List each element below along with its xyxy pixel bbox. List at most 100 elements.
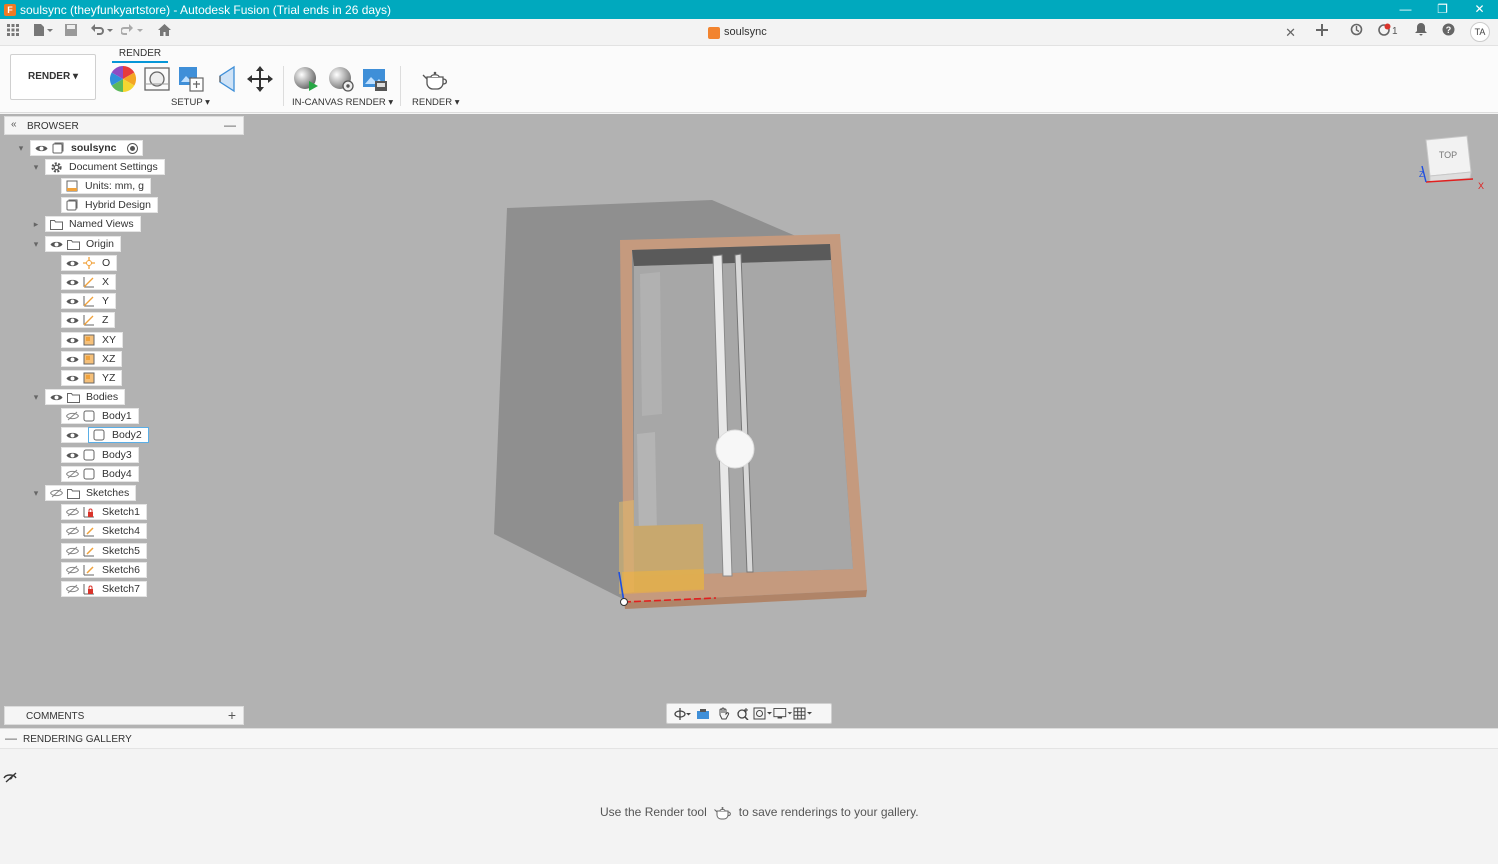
browser-axis-z[interactable]: Z (61, 312, 116, 328)
visibility-eye-icon[interactable] (65, 351, 79, 367)
user-avatar[interactable]: TA (1470, 22, 1490, 42)
new-tab-plus-icon[interactable] (1313, 23, 1331, 41)
display-settings-icon[interactable] (773, 705, 793, 723)
apps-grid-icon[interactable] (6, 24, 20, 40)
browser-root-node[interactable]: ▾ soulsync (16, 140, 143, 156)
browser-sketch4[interactable]: Sketch4 (61, 523, 147, 539)
hidden-eye-icon[interactable] (65, 562, 79, 578)
collapse-gallery-icon[interactable]: — (5, 731, 17, 745)
browser-sketch1[interactable]: Sketch1 (61, 504, 147, 520)
comments-panel-header[interactable]: COMMENTS + (4, 706, 244, 725)
tab-render[interactable]: RENDER (112, 48, 168, 59)
browser-body2[interactable]: Body2 (61, 427, 149, 443)
browser-panel-header[interactable]: « BROWSER — (4, 116, 244, 135)
zoom-icon[interactable] (733, 705, 753, 723)
scene-settings-icon[interactable] (142, 64, 172, 94)
hidden-eye-icon[interactable] (65, 523, 79, 539)
save-icon[interactable] (64, 24, 78, 40)
close-document-icon[interactable]: ✕ (1285, 25, 1296, 41)
minimize-panel-icon[interactable]: — (224, 118, 236, 132)
help-icon[interactable]: ? (1439, 23, 1457, 41)
pan-hand-icon[interactable] (713, 705, 733, 723)
in-canvas-render-settings-icon[interactable] (326, 64, 356, 94)
visibility-eye-icon[interactable] (65, 312, 79, 328)
visibility-eye-icon[interactable] (65, 427, 79, 443)
browser-sketch7[interactable]: Sketch7 (61, 581, 147, 597)
in-canvas-render-icon[interactable] (291, 64, 321, 94)
visibility-eye-icon[interactable] (65, 332, 79, 348)
chevron-down-icon[interactable]: ▾ (31, 488, 41, 499)
hidden-eye-icon[interactable] (65, 466, 79, 482)
chevron-right-icon[interactable]: ▸ (31, 219, 41, 230)
browser-axis-x[interactable]: X (61, 274, 117, 290)
browser-body4[interactable]: Body4 (61, 466, 139, 482)
browser-hybrid-design[interactable]: Hybrid Design (61, 197, 158, 213)
visibility-eye-icon[interactable] (65, 255, 79, 271)
job-status-icon[interactable] (1347, 23, 1365, 41)
browser-bodies-folder[interactable]: ▾ Bodies (31, 389, 126, 405)
browser-named-views[interactable]: ▸ Named Views (31, 216, 141, 232)
browser-origin-folder[interactable]: ▾ Origin (31, 236, 122, 252)
browser-plane-xz[interactable]: XZ (61, 351, 123, 367)
grid-settings-icon[interactable] (793, 705, 813, 723)
capture-image-icon[interactable] (360, 64, 390, 94)
file-menu-icon[interactable] (32, 24, 54, 40)
render-teapot-icon[interactable] (420, 64, 450, 94)
visibility-eye-icon[interactable] (65, 370, 79, 386)
visibility-eye-icon[interactable] (34, 140, 48, 156)
hidden-eye-icon[interactable] (65, 581, 79, 597)
browser-body1[interactable]: Body1 (61, 408, 139, 424)
document-tab[interactable]: soulsync ✕ (700, 19, 1304, 46)
browser-sketches-folder[interactable]: ▾ Sketches (31, 485, 137, 501)
in-canvas-render-group-label[interactable]: IN-CANVAS RENDER ▾ (292, 97, 393, 108)
viewcube[interactable]: TOP X Z (1418, 132, 1488, 194)
model-viewport-svg[interactable] (0, 114, 1498, 728)
appearance-tool-icon[interactable] (108, 64, 138, 94)
texture-map-controls-icon[interactable] (176, 64, 206, 94)
notifications-bell-icon[interactable] (1412, 23, 1430, 41)
3d-canvas[interactable] (0, 114, 1498, 728)
visibility-eye-icon[interactable] (49, 389, 63, 405)
hidden-eye-icon[interactable] (65, 408, 79, 424)
rendering-gallery-header[interactable]: — RENDERING GALLERY (0, 729, 1498, 749)
browser-origin-point[interactable]: O (61, 255, 118, 271)
origin-point[interactable] (620, 598, 628, 606)
redo-icon[interactable] (120, 24, 146, 40)
browser-sketch6[interactable]: Sketch6 (61, 562, 147, 578)
orbit-icon[interactable] (673, 705, 693, 723)
home-icon[interactable] (157, 24, 171, 40)
undo-icon[interactable] (90, 24, 116, 40)
chevron-down-icon[interactable]: ▾ (31, 239, 41, 250)
hidden-eye-icon[interactable] (49, 485, 63, 501)
setup-group-label[interactable]: SETUP ▾ (171, 97, 210, 108)
hidden-eye-icon[interactable] (65, 504, 79, 520)
minimize-button[interactable]: — (1387, 0, 1424, 19)
look-at-icon[interactable] (693, 705, 713, 723)
fit-window-icon[interactable] (753, 705, 773, 723)
browser-sketch5[interactable]: Sketch5 (61, 543, 147, 559)
extensions-icon[interactable] (1378, 23, 1402, 41)
workspace-switcher[interactable]: RENDER ▾ (10, 54, 96, 100)
move-tool-icon[interactable] (245, 64, 275, 94)
add-comment-icon[interactable]: + (228, 707, 236, 723)
ball-body[interactable] (715, 429, 755, 469)
restore-button[interactable]: ❐ (1424, 0, 1461, 19)
render-group-label[interactable]: RENDER ▾ (412, 97, 460, 108)
browser-body3[interactable]: Body3 (61, 447, 139, 463)
chevron-down-icon[interactable]: ▾ (31, 392, 41, 403)
browser-plane-yz[interactable]: YZ (61, 370, 123, 386)
visibility-eye-icon[interactable] (49, 236, 63, 252)
browser-axis-y[interactable]: Y (61, 293, 117, 309)
hidden-eye-icon[interactable] (65, 543, 79, 559)
chevron-down-icon[interactable]: ▾ (16, 143, 26, 154)
visibility-eye-icon[interactable] (65, 447, 79, 463)
activate-radio-icon[interactable] (126, 142, 138, 154)
visibility-eye-icon[interactable] (65, 274, 79, 290)
browser-units[interactable]: Units: mm, g (61, 178, 151, 194)
visibility-eye-icon[interactable] (65, 293, 79, 309)
collapse-panel-icon[interactable]: « (11, 119, 17, 130)
browser-document-settings[interactable]: ▾ Document Settings (31, 159, 165, 175)
chevron-down-icon[interactable]: ▾ (31, 162, 41, 173)
close-window-button[interactable]: ✕ (1461, 0, 1498, 19)
browser-plane-xy[interactable]: XY (61, 332, 124, 348)
